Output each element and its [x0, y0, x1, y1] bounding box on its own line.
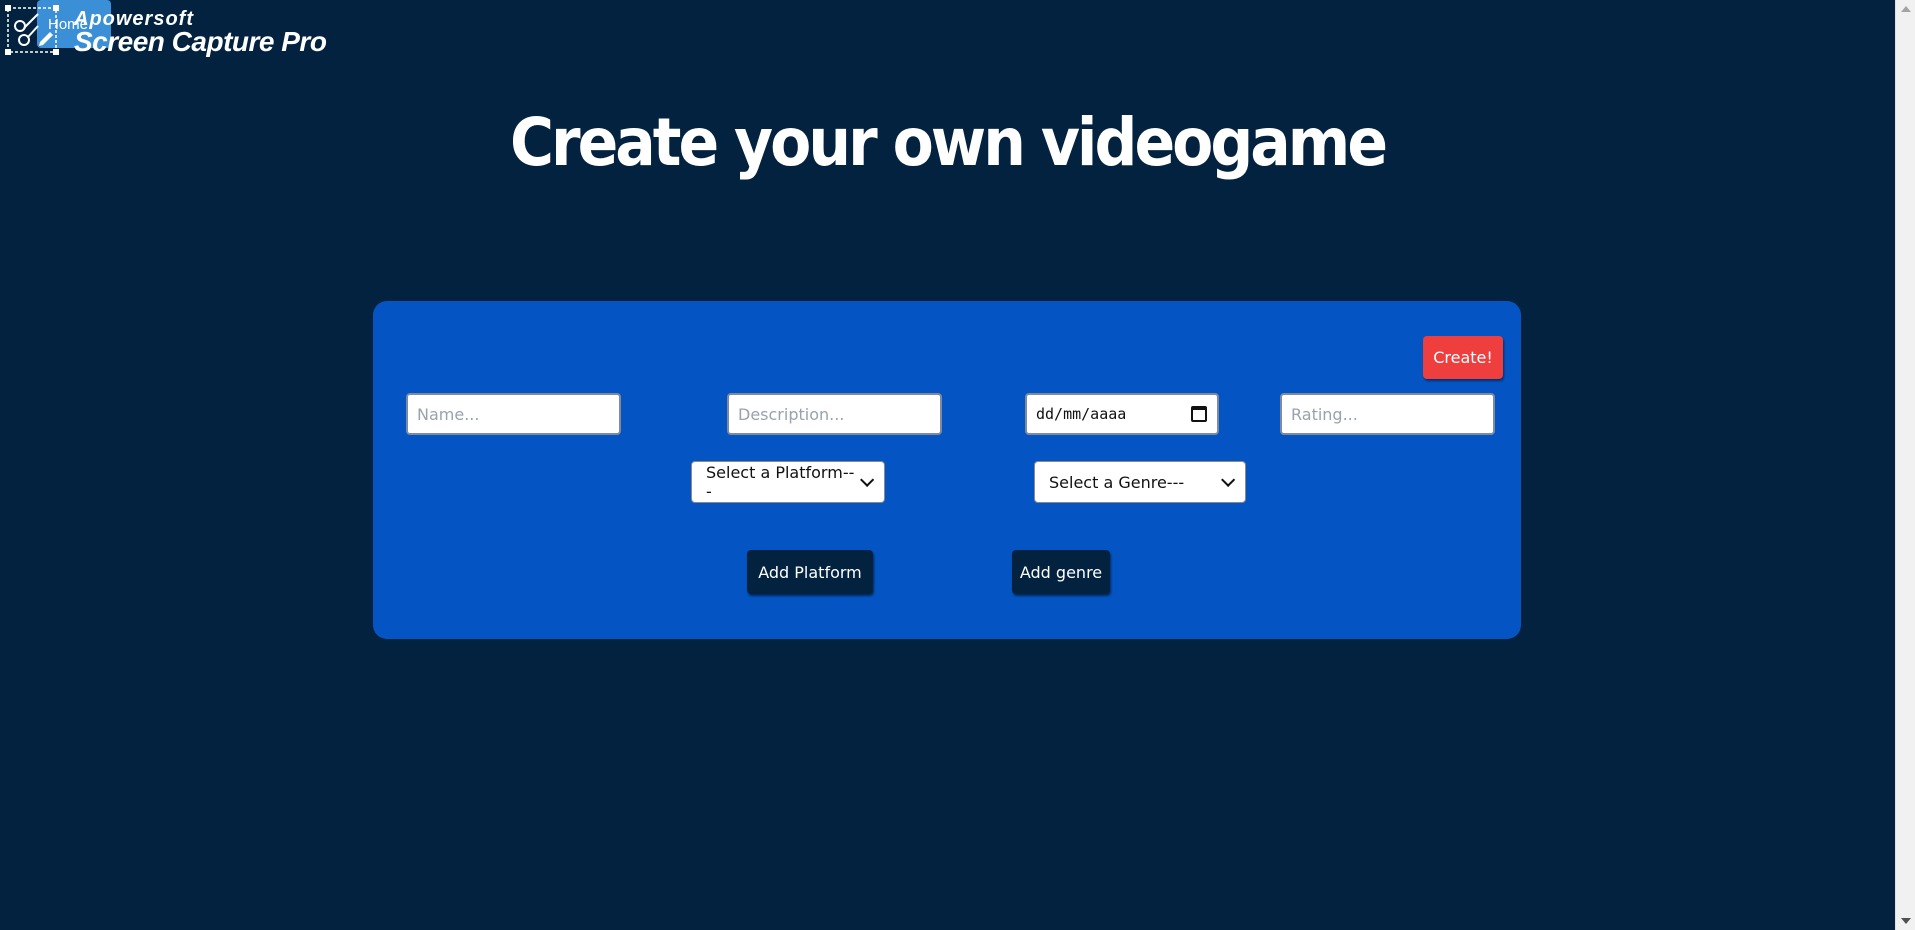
chevron-down-icon [860, 472, 875, 487]
add-genre-button[interactable]: Add genre [1012, 550, 1110, 594]
calendar-icon[interactable] [1191, 406, 1207, 422]
chevron-down-icon [1221, 472, 1236, 487]
add-genre-label: Add genre [1019, 562, 1103, 582]
date-placeholder: dd/mm/aaaa [1036, 405, 1127, 423]
rating-input[interactable]: Rating... [1280, 393, 1495, 435]
create-button[interactable]: Create! [1423, 336, 1503, 379]
genre-select[interactable]: Select a Genre--- [1034, 461, 1246, 503]
name-input[interactable]: Name... [406, 393, 621, 435]
description-input[interactable]: Description... [727, 393, 942, 435]
platform-select[interactable]: Select a Platform--- [691, 461, 885, 503]
description-placeholder: Description... [738, 404, 845, 424]
watermark-product: Screen Capture Pro [74, 26, 327, 57]
name-placeholder: Name... [417, 404, 480, 424]
form-panel [373, 301, 1521, 639]
page: Home Apowersoft Screen Capture Pro Creat… [0, 0, 1915, 930]
home-button-label: Home [47, 15, 88, 33]
page-title: Create your own videogame [509, 104, 1388, 182]
scroll-down-icon[interactable] [1901, 918, 1911, 924]
add-platform-button[interactable]: Add Platform [747, 550, 873, 594]
create-button-label: Create! [1433, 348, 1493, 367]
date-input[interactable]: dd/mm/aaaa [1025, 393, 1219, 435]
genre-select-value: Select a Genre--- [1049, 472, 1185, 492]
home-button[interactable]: Home [37, 0, 111, 48]
add-platform-label: Add Platform [758, 562, 862, 582]
scroll-up-icon[interactable] [1901, 6, 1911, 12]
platform-select-value: Select a Platform--- [706, 463, 855, 501]
rating-placeholder: Rating... [1291, 404, 1358, 424]
vertical-scrollbar[interactable] [1895, 0, 1915, 930]
